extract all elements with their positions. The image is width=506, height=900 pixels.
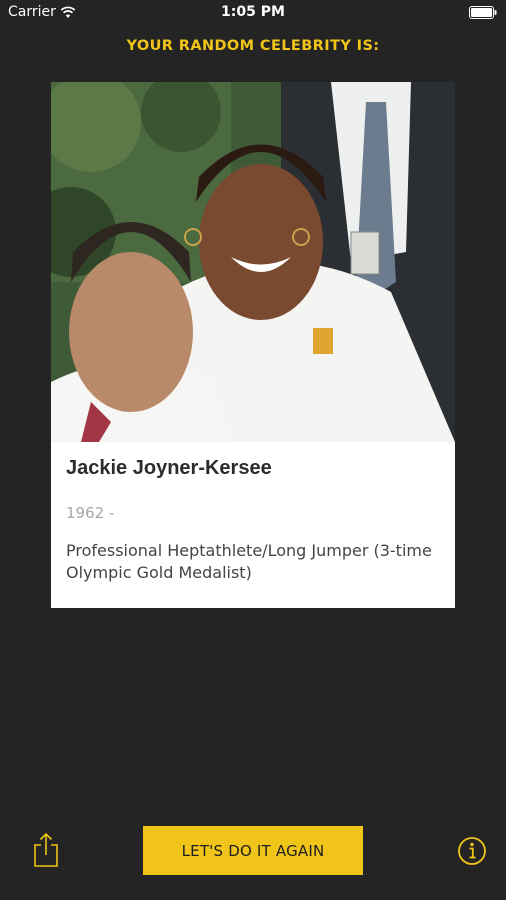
- share-icon[interactable]: [32, 832, 60, 868]
- page-heading: YOUR RANDOM CELEBRITY IS:: [126, 38, 380, 54]
- status-bar: Carrier 1:05 PM: [0, 0, 506, 26]
- info-icon[interactable]: [457, 836, 487, 866]
- status-time: 1:05 PM: [221, 4, 285, 20]
- celebrity-card: Jackie Joyner-Kersee 1962 - Professional…: [51, 82, 455, 608]
- lets-do-it-again-button[interactable]: LET'S DO IT AGAIN: [143, 826, 363, 875]
- celebrity-name: Jackie Joyner-Kersee: [66, 457, 272, 479]
- celebrity-photo: [51, 82, 455, 442]
- celebrity-description: Professional Heptathlete/Long Jumper (3-…: [66, 541, 432, 582]
- celebrity-years: 1962 -: [66, 504, 115, 522]
- battery-icon: [469, 6, 497, 19]
